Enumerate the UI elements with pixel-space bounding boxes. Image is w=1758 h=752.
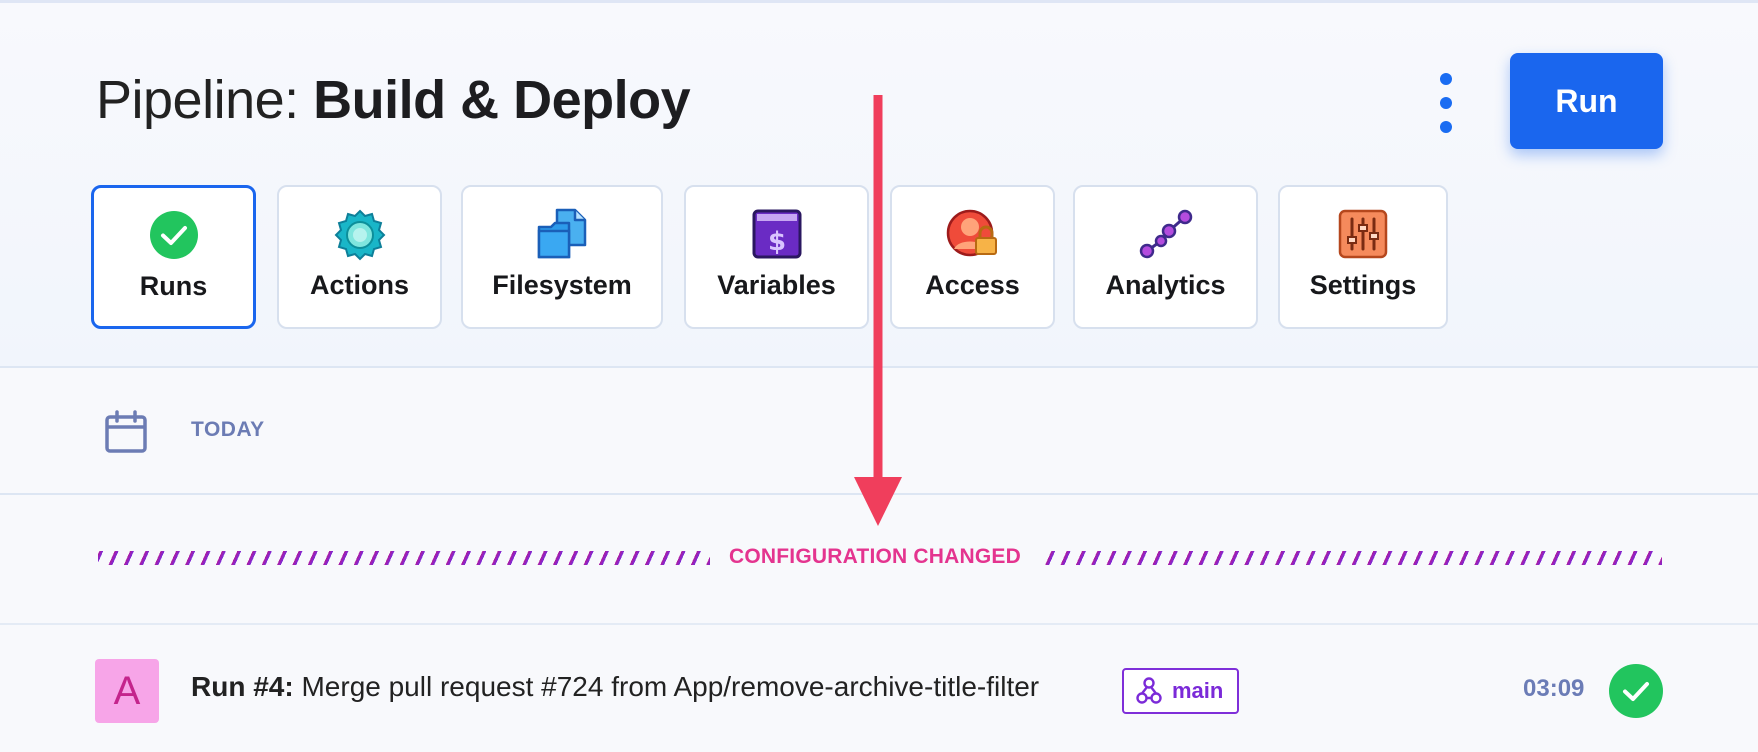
configuration-changed-label: CONFIGURATION CHANGED <box>729 545 1021 568</box>
tab-label: Filesystem <box>492 270 632 300</box>
run-commit-message: Merge pull request #724 from App/remove-… <box>293 671 1040 702</box>
tab-label: Settings <box>1309 270 1417 300</box>
configuration-change-divider: CONFIGURATION CHANGED <box>0 495 1758 625</box>
branch-badge[interactable]: main <box>1122 668 1240 714</box>
tab-variables[interactable]: $ Variables <box>684 185 869 329</box>
tab-filesystem[interactable]: Filesystem <box>461 185 663 329</box>
hatch-divider-right <box>1040 551 1662 565</box>
svg-text:$: $ <box>767 227 785 257</box>
run-button[interactable]: Run <box>1510 53 1663 149</box>
hatch-divider-left <box>98 551 710 565</box>
tab-label: Variables <box>717 270 836 300</box>
tab-access[interactable]: Access <box>890 185 1055 329</box>
tab-label: Actions <box>309 270 409 300</box>
pipeline-header: Pipeline: Build & Deploy Run Runs Action… <box>0 3 1758 368</box>
line-graph-icon <box>1139 209 1192 259</box>
tab-actions[interactable]: Actions <box>277 185 442 329</box>
user-lock-icon <box>946 209 997 257</box>
pipeline-name: Build & Deploy <box>313 70 691 130</box>
page-title: Pipeline: Build & Deploy <box>96 65 691 135</box>
more-menu-icon[interactable] <box>1432 73 1460 133</box>
date-group-label: TODAY <box>191 418 265 441</box>
date-group-header: TODAY <box>0 368 1758 495</box>
run-number: Run #4: <box>191 671 294 702</box>
title-prefix: Pipeline: <box>96 70 314 130</box>
avatar: A <box>95 659 159 723</box>
run-list-item[interactable]: A Run #4: Merge pull request #724 from A… <box>0 625 1758 752</box>
tab-label: Access <box>925 270 1020 300</box>
tab-label: Analytics <box>1105 270 1226 300</box>
branch-icon <box>1136 677 1162 704</box>
dollar-variable-icon: $ <box>752 209 801 259</box>
success-check-icon <box>1609 664 1663 718</box>
tab-analytics[interactable]: Analytics <box>1073 185 1258 329</box>
calendar-icon <box>105 410 147 453</box>
tab-settings[interactable]: Settings <box>1278 185 1448 329</box>
files-icon <box>537 208 587 259</box>
tab-label: Runs <box>139 271 208 301</box>
sliders-icon <box>1338 209 1388 259</box>
gear-icon <box>334 209 385 261</box>
run-duration: 03:09 <box>1523 675 1585 702</box>
check-circle-icon <box>149 211 198 259</box>
branch-name: main <box>1172 678 1224 703</box>
tab-runs[interactable]: Runs <box>91 185 256 329</box>
run-title[interactable]: Run #4: Merge pull request #724 from App… <box>191 671 1039 703</box>
